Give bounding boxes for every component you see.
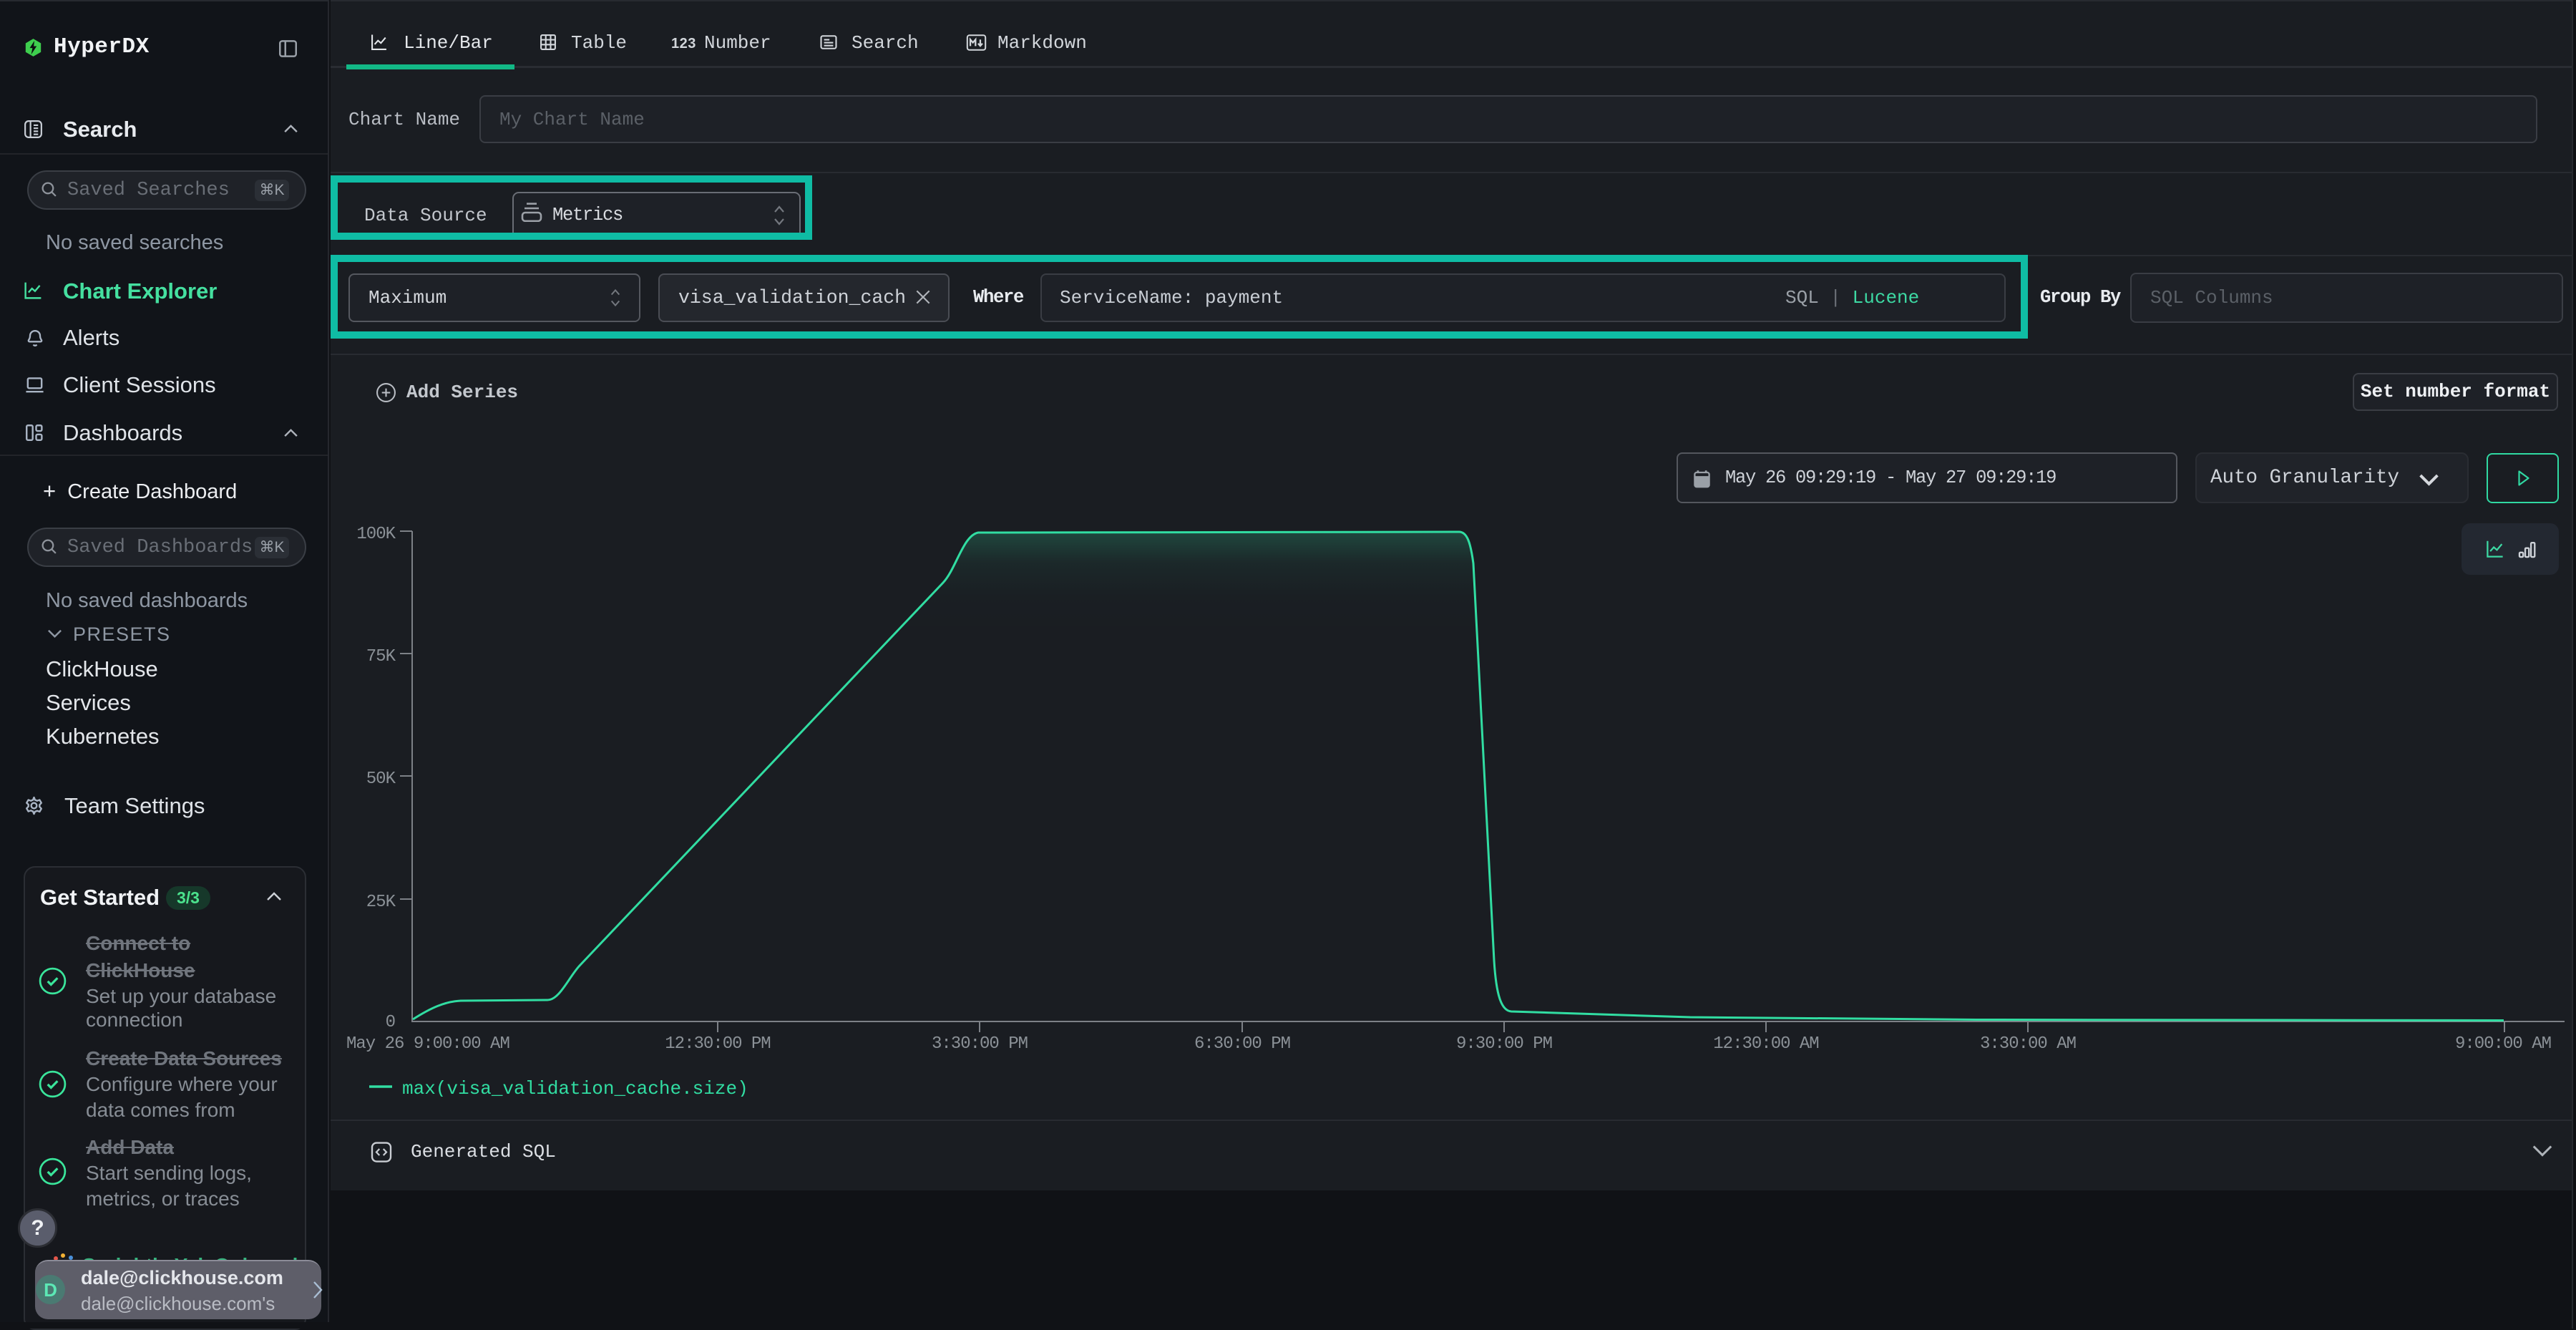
svg-text:max(visa_validation_cache.size: max(visa_validation_cache.size): [402, 1078, 748, 1097]
svg-text:3:30:00 AM: 3:30:00 AM: [1980, 1034, 2076, 1054]
svg-text:May 26 9:00:00 AM: May 26 9:00:00 AM: [346, 1034, 509, 1054]
svg-text:9:30:00 PM: 9:30:00 PM: [1456, 1034, 1552, 1054]
svg-text:75K: 75K: [366, 647, 396, 666]
svg-text:9:00:00 AM: 9:00:00 AM: [2455, 1034, 2551, 1054]
svg-text:12:30:00 PM: 12:30:00 PM: [665, 1034, 770, 1054]
svg-text:50K: 50K: [366, 770, 396, 789]
svg-text:0: 0: [386, 1013, 395, 1032]
svg-text:100K: 100K: [356, 525, 396, 544]
svg-text:12:30:00 AM: 12:30:00 AM: [1713, 1034, 1818, 1054]
svg-text:3:30:00 PM: 3:30:00 PM: [932, 1034, 1028, 1054]
svg-text:25K: 25K: [366, 893, 396, 912]
svg-text:6:30:00 PM: 6:30:00 PM: [1194, 1034, 1290, 1054]
